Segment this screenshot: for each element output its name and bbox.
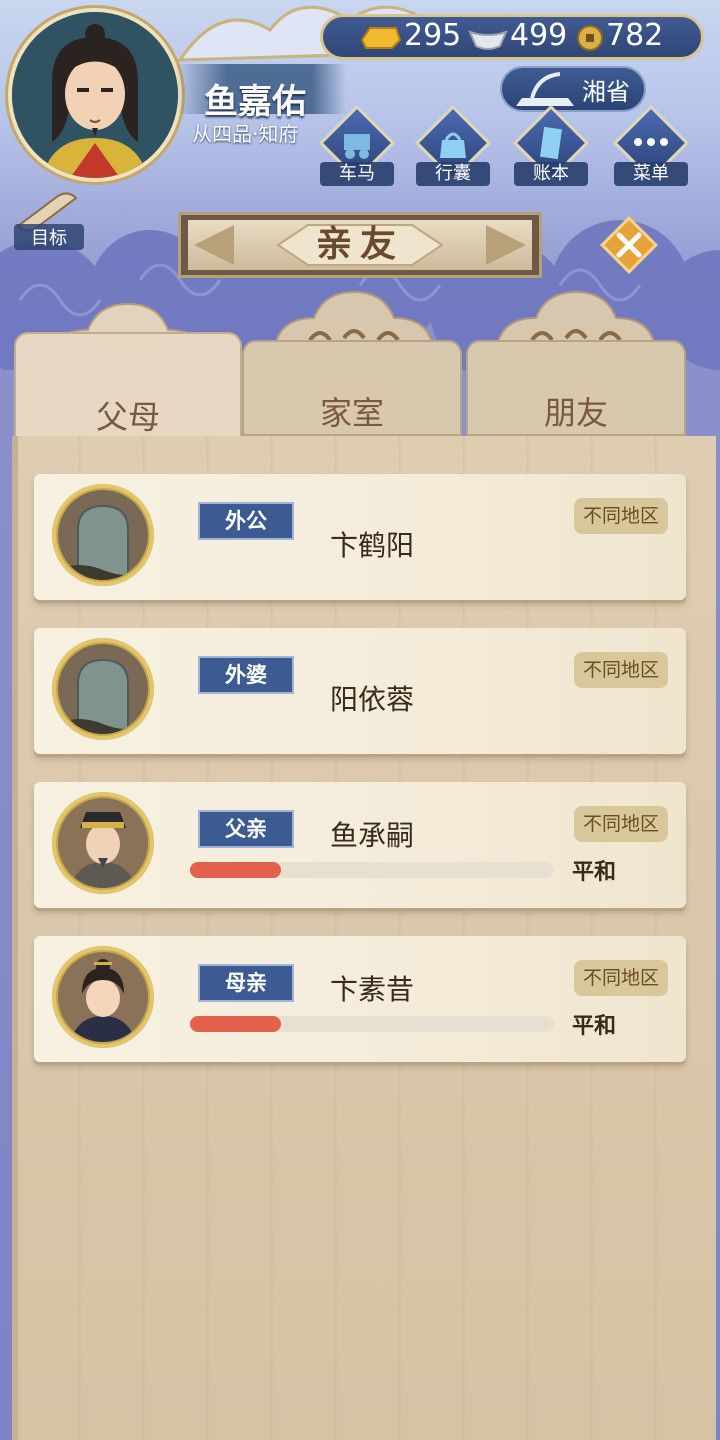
- close-button[interactable]: [600, 216, 658, 274]
- player-name: 鱼嘉佑: [204, 82, 306, 122]
- tombstone-icon: [58, 644, 148, 734]
- goal-label: 目标: [14, 224, 84, 250]
- main-menu-button[interactable]: 菜单: [612, 104, 690, 186]
- tab-friends-label: 朋友: [543, 394, 608, 432]
- relationship-bar-fill: [190, 1016, 281, 1032]
- relative-card[interactable]: 父亲 鱼承嗣 不同地区 平和: [34, 782, 686, 908]
- relative-card[interactable]: 外婆 阳依蓉 不同地区: [34, 628, 686, 754]
- relation-badge: 外婆: [198, 656, 294, 694]
- carriage-label: 车马: [320, 162, 394, 186]
- tombstone-avatar: [58, 644, 148, 734]
- tab-family[interactable]: 家室: [242, 290, 462, 444]
- relative-card[interactable]: 母亲 卞素昔 不同地区 平和: [34, 936, 686, 1062]
- gold-amount: 295: [404, 18, 462, 53]
- woman-portrait-icon: [58, 952, 148, 1042]
- relationship-bar: [190, 862, 554, 878]
- ledger-label: 账本: [514, 162, 588, 186]
- relationship-status: 平和: [572, 860, 617, 885]
- relationship-status: 平和: [572, 1014, 617, 1039]
- close-icon: [600, 216, 658, 274]
- region-badge: 不同地区: [574, 806, 668, 842]
- tab-parents-label: 父母: [95, 398, 160, 436]
- relation-badge: 母亲: [198, 964, 294, 1002]
- silver-amount: 499: [510, 18, 568, 53]
- relative-name: 阳依蓉: [330, 683, 415, 716]
- relative-name: 卞鹤阳: [330, 529, 415, 562]
- mother-avatar: [58, 952, 148, 1042]
- official-seal-icon: [516, 72, 574, 106]
- ledger-icon: [539, 126, 563, 160]
- silver-ingot-icon: [468, 30, 508, 50]
- tombstone-icon: [58, 490, 148, 580]
- relation-badge: 外公: [198, 502, 294, 540]
- bag-icon: [440, 132, 466, 158]
- relation-badge: 父亲: [198, 810, 294, 848]
- copper-coin-icon: [577, 25, 603, 51]
- bag-button[interactable]: 行囊: [414, 104, 492, 186]
- page-title: 亲友: [315, 224, 404, 265]
- relative-name: 鱼承嗣: [330, 819, 415, 852]
- copper-amount: 782: [606, 18, 664, 53]
- province-label: 湘省: [582, 78, 630, 106]
- relationship-bar-fill: [190, 862, 281, 878]
- ledger-button[interactable]: 账本: [512, 104, 590, 186]
- region-badge: 不同地区: [574, 960, 668, 996]
- region-badge: 不同地区: [574, 498, 668, 534]
- tab-family-label: 家室: [319, 394, 384, 432]
- carriage-button[interactable]: 车马: [318, 104, 396, 186]
- player-rank: 从四品·知府: [192, 122, 299, 146]
- tab-friends[interactable]: 朋友: [466, 290, 686, 444]
- father-avatar: [58, 798, 148, 888]
- carriage-icon: [344, 134, 370, 159]
- tab-parents[interactable]: 父母: [14, 300, 242, 444]
- more-icon: [634, 138, 668, 146]
- tombstone-avatar: [58, 490, 148, 580]
- relative-name: 卞素昔: [330, 973, 415, 1006]
- player-portrait-icon: [12, 12, 178, 178]
- man-portrait-icon: [58, 798, 148, 888]
- relative-card[interactable]: 外公 卞鹤阳 不同地区: [34, 474, 686, 600]
- bag-label: 行囊: [416, 162, 490, 186]
- main-menu-label: 菜单: [614, 162, 688, 186]
- relationship-bar: [190, 1016, 554, 1032]
- gold-ingot-icon: [360, 27, 402, 49]
- region-badge: 不同地区: [574, 652, 668, 688]
- player-avatar[interactable]: [8, 8, 182, 182]
